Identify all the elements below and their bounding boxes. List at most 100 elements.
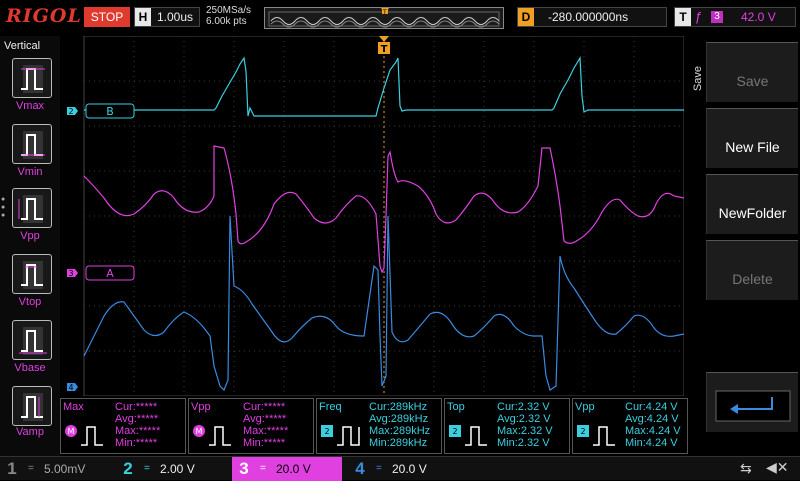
measurement-name: Top [447, 401, 465, 413]
vbase-label: Vbase [14, 362, 46, 374]
vamp-icon [21, 393, 43, 421]
vmin-label: Vmin [17, 166, 43, 178]
measurement-top[interactable]: Top 2 Cur:2.32 V Avg:2.32 V Max:2.32 V Min:… [444, 398, 570, 454]
new-folder-label: NewFolder [718, 205, 787, 221]
vpp-label: Vpp [20, 230, 40, 242]
vmax-label: Vmax [15, 100, 45, 112]
new-file-button[interactable]: New File [706, 108, 798, 168]
delay-value: -280.000000ns [548, 10, 629, 24]
vbase-button[interactable] [12, 320, 52, 360]
measurement-source-icon: M [193, 425, 231, 446]
delay-readout[interactable]: D -280.000000ns [517, 7, 667, 27]
ch2-label-tag[interactable]: 2 B [67, 103, 135, 119]
measurement-source-icon: 2 [449, 425, 487, 446]
usb-icon: ⇆ [740, 460, 752, 476]
ch2-label-b: B [106, 105, 114, 118]
measurement-values: Cur:***** Avg:***** Max:***** Min:***** [115, 401, 161, 449]
channel-4-coupling: = [376, 463, 382, 474]
channel-1-status[interactable]: 1 = 5.00mV [0, 457, 116, 481]
channel-2-scale: 2.00 V [160, 462, 195, 476]
menu-title: Vertical [4, 40, 41, 52]
menu-title-save: Save [692, 66, 704, 92]
memory-depth: 6.00k pts [206, 16, 247, 27]
return-arrow-icon [715, 390, 790, 422]
rigol-logo: RIGOL [6, 5, 82, 27]
svg-text:M: M [68, 427, 75, 436]
channel-3-scale: 20.0 V [276, 462, 311, 476]
ch4-label-tag[interactable]: 4 [67, 383, 78, 392]
save-button-label: Save [736, 73, 769, 89]
channel-3-status[interactable]: 3 = 20.0 V [232, 457, 342, 481]
measurement-source-icon: M [65, 425, 103, 446]
svg-text:2: 2 [324, 427, 329, 436]
ch3-label-tag[interactable]: 3 A [67, 265, 135, 281]
vtop-button[interactable] [12, 254, 52, 294]
trigger-source-badge: 3 [711, 11, 723, 23]
measurement-name: Max [63, 401, 84, 413]
waveform-grid: T 2 B 3 A 4 [67, 35, 700, 397]
measurement-vpp-2[interactable]: Vpp 2 Cur:4.24 V Avg:4.24 V Max:4.24 V Min:… [572, 398, 688, 454]
delete-button[interactable]: Delete [706, 240, 798, 300]
save-button[interactable]: Save [706, 42, 798, 102]
channel-2-status[interactable]: 2 = 2.00 V [116, 457, 232, 481]
vbase-icon [19, 327, 47, 355]
timebase-value: 1.00us [157, 10, 194, 24]
save-menu-panel: Save Save New File NewFolder Delete [688, 36, 800, 456]
memory-overview-strip[interactable]: T [264, 7, 504, 29]
trigger-label: T [675, 8, 691, 26]
svg-text:M: M [196, 427, 203, 436]
timebase-readout[interactable]: H 1.00us [134, 7, 200, 27]
measurement-name: Vpp [575, 401, 595, 413]
measurement-freq[interactable]: Freq 2 Cur:289kHz Avg:289kHz Max:289kHz Min… [316, 398, 442, 454]
ch2-label-num: 2 [68, 107, 73, 116]
waveform-display[interactable]: T 2 B 3 A 4 [64, 35, 700, 397]
measurement-values: Cur:***** Avg:***** Max:***** Min:***** [243, 401, 289, 449]
vamp-button[interactable] [12, 386, 52, 426]
trigger-readout[interactable]: T ƒ 3 42.0 V [674, 7, 796, 27]
vpp-icon [18, 195, 43, 223]
measurement-source-icon: 2 [321, 425, 360, 446]
top-status-bar: RIGOL STOP H 1.00us 250MSa/s 6.00k pts T… [0, 0, 800, 36]
channel-2-number: 2 [123, 459, 133, 478]
measurement-vpp-m[interactable]: Vpp M Cur:***** Avg:***** Max:***** Min:***… [188, 398, 314, 454]
measurement-values: Cur:4.24 V Avg:4.24 V Max:4.24 V Min:4.24 V [625, 401, 681, 449]
channel-3-coupling: = [260, 463, 266, 474]
trigger-marker-label: T [381, 44, 388, 55]
vpp-button[interactable] [12, 188, 52, 228]
channel-2-coupling: = [144, 463, 150, 474]
enter-button[interactable] [706, 372, 798, 432]
mute-icon[interactable]: ◀✕ [766, 459, 789, 476]
rising-edge-icon: ƒ [695, 9, 703, 24]
vmax-icon [21, 65, 45, 93]
measurement-values: Cur:289kHz Avg:289kHz Max:289kHz Min:289kHz [369, 401, 431, 449]
new-file-label: New File [725, 139, 780, 155]
delay-label: D [518, 8, 534, 26]
vamp-label: Vamp [16, 426, 44, 438]
measurement-source-icon: 2 [577, 425, 615, 446]
trigger-level: 42.0 V [741, 10, 776, 24]
run-stop-indicator[interactable]: STOP [84, 7, 130, 27]
horizontal-label: H [135, 8, 151, 26]
vmin-icon [21, 131, 45, 159]
sample-rate: 250MSa/s [206, 5, 252, 16]
channel-3-number: 3 [239, 459, 249, 478]
svg-text:2: 2 [580, 427, 585, 436]
measurement-name: Vpp [191, 401, 211, 413]
channel-1-scale: 5.00mV [44, 462, 86, 476]
memory-overview-waveform: T [268, 8, 500, 28]
acquisition-info: 250MSa/s 6.00k pts [206, 5, 251, 27]
measurement-values: Cur:2.32 V Avg:2.32 V Max:2.32 V Min:2.32 V [497, 401, 553, 449]
new-folder-button[interactable]: NewFolder [706, 174, 798, 234]
channel-4-scale: 20.0 V [392, 462, 427, 476]
channel-1-number: 1 [7, 459, 17, 478]
measurement-name: Freq [319, 401, 342, 413]
channel-4-status[interactable]: 4 = 20.0 V [348, 457, 464, 481]
delete-label: Delete [732, 271, 773, 287]
channel-status-bar: 1 = 5.00mV 2 = 2.00 V 3 = 20.0 V 4 = 20.… [0, 456, 800, 481]
vmax-button[interactable] [12, 58, 52, 98]
ch4-label-num: 4 [68, 383, 73, 392]
channel-1-coupling: = [28, 463, 34, 474]
vmin-button[interactable] [12, 124, 52, 164]
ch3-label-num: 3 [68, 269, 73, 278]
measurement-max[interactable]: Max M Cur:***** Avg:***** Max:***** Min:***… [60, 398, 186, 454]
